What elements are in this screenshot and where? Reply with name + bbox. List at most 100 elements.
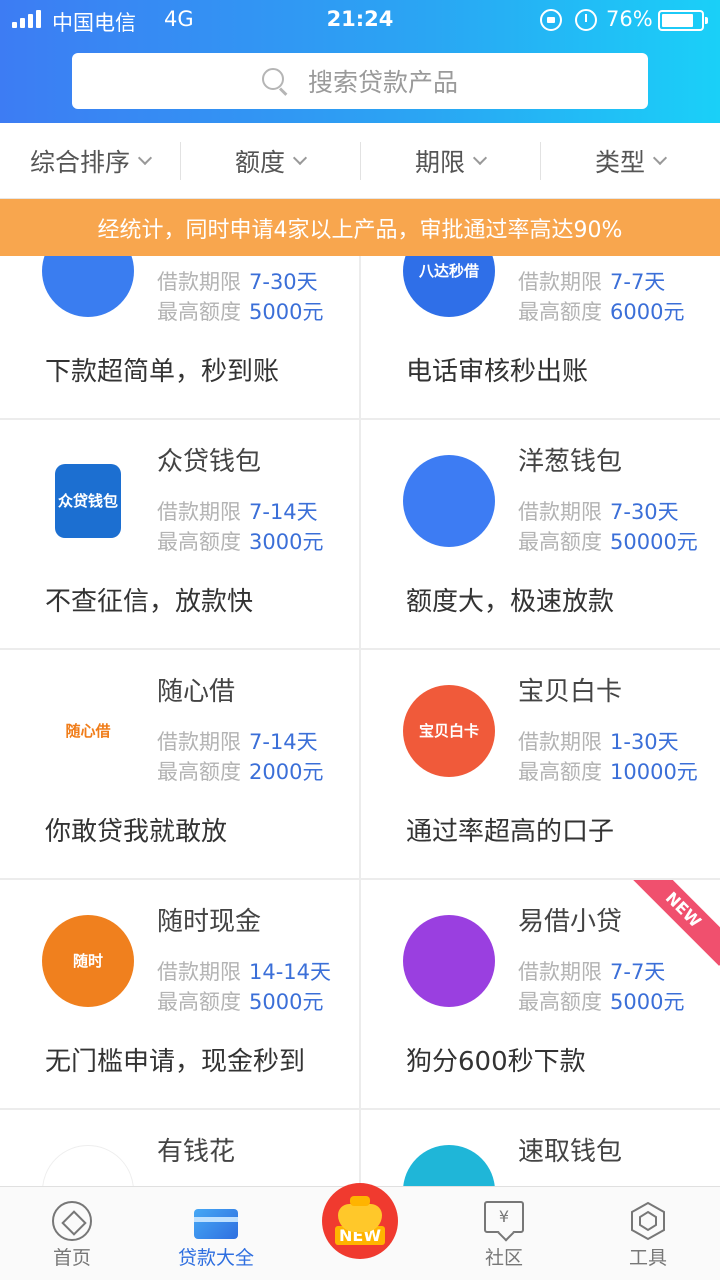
tab-loans[interactable]: 贷款大全: [144, 1187, 288, 1280]
tab-community[interactable]: ¥ 社区: [432, 1187, 576, 1280]
notice-banner: 经统计，同时申请4家以上产品，审批通过率高达90%: [0, 199, 720, 256]
tab-tools[interactable]: 工具: [576, 1187, 720, 1280]
term-row: 借款期限 7-14天: [157, 726, 318, 756]
term-row: 借款期限 7-30天: [518, 496, 679, 526]
search-input[interactable]: 搜索贷款产品: [72, 53, 648, 109]
product-card[interactable]: 速取钱包: [361, 1110, 720, 1186]
term-row: 借款期限 7-14天: [157, 496, 318, 526]
limit-label: 最高额度: [518, 990, 602, 1014]
product-logo-icon: [403, 455, 495, 547]
product-slogan: 额度大，极速放款: [406, 587, 615, 617]
filter-type[interactable]: 类型: [540, 123, 720, 198]
filter-term[interactable]: 期限: [360, 123, 540, 198]
product-card[interactable]: 随心借 随心借 借款期限 7-14天 最高额度 2000元 你敢贷我就敢放: [0, 650, 359, 878]
rotation-lock-icon: [540, 9, 562, 31]
home-icon: [52, 1201, 92, 1241]
product-logo-text: 随时: [72, 951, 103, 970]
product-logo-icon: 随时: [42, 915, 134, 1007]
product-logo-icon: [403, 915, 495, 1007]
limit-value: 5000元: [610, 990, 685, 1014]
product-name: 随心借: [157, 677, 236, 707]
product-card[interactable]: 有钱花: [0, 1110, 359, 1186]
limit-label: 最高额度: [518, 300, 602, 324]
battery-icon: [658, 10, 708, 31]
tab-home[interactable]: 首页: [0, 1187, 144, 1280]
alarm-icon: [575, 9, 597, 31]
product-name: 速取钱包: [518, 1137, 623, 1167]
new-badge: NEW: [627, 880, 720, 966]
product-slogan: 你敢贷我就敢放: [45, 817, 228, 847]
term-label: 借款期限: [518, 270, 602, 294]
limit-row: 最高额度 5000元: [157, 986, 323, 1016]
limit-label: 最高额度: [518, 760, 602, 784]
term-label: 借款期限: [157, 730, 241, 754]
product-logo-icon: 众贷钱包: [55, 464, 121, 538]
term-value: 14-14天: [249, 960, 332, 984]
filter-sort[interactable]: 综合排序: [0, 123, 180, 198]
product-logo-icon: [42, 1145, 134, 1186]
product-card[interactable]: 洋葱钱包借款期限 7-30天 最高额度 50000元额度大，极速放款: [361, 420, 720, 648]
product-slogan: 通过率超高的口子: [406, 817, 615, 847]
product-card[interactable]: 宝贝白卡 宝贝白卡 借款期限 1-30天 最高额度 10000元 通过率超高的口子: [361, 650, 720, 878]
term-value: 7-7天: [610, 270, 666, 294]
chevron-down-icon: [137, 150, 153, 165]
product-slogan: 下款超简单，秒到账: [45, 357, 280, 387]
product-card[interactable]: 手乐享花借款期限7-30天最高额度5000元下款超简单，秒到账: [0, 256, 359, 418]
product-logo-icon: 宝贝白卡: [403, 685, 495, 777]
term-label: 借款期限: [518, 960, 602, 984]
tab-loans-label: 贷款大全: [177, 1247, 254, 1269]
tab-bar: 首页 贷款大全 NEW ¥ 社区 工具: [0, 1183, 720, 1280]
product-card[interactable]: 八达秒借八达秒借借款期限7-7天最高额度6000元电话审核秒出账: [361, 256, 720, 418]
term-label: 借款期限: [157, 270, 241, 294]
limit-value: 5000元: [249, 990, 324, 1014]
product-name: 随时现金: [157, 907, 262, 937]
product-list[interactable]: 手乐享花借款期限7-30天最高额度5000元下款超简单，秒到账八达秒借八达秒借借…: [0, 256, 720, 1186]
term-label: 借款期限: [157, 500, 241, 524]
product-name: 宝贝白卡: [518, 677, 623, 707]
product-logo-icon: 随心借: [42, 685, 134, 777]
limit-value: 6000元: [610, 300, 685, 324]
money-bag-icon: NEW: [322, 1183, 398, 1259]
tab-tools-label: 工具: [628, 1247, 667, 1269]
term-value: 7-30天: [610, 500, 679, 524]
filter-type-label: 类型: [594, 147, 645, 177]
community-icon: ¥: [484, 1201, 524, 1233]
term-row: 借款期限 14-14天: [157, 956, 331, 986]
limit-value: 2000元: [249, 760, 324, 784]
term-row: 借款期限 7-30天: [157, 266, 318, 296]
filter-sort-label: 综合排序: [29, 147, 130, 177]
header: 中国电信 4G 21:24 76% 搜索贷款产品: [0, 0, 720, 123]
filter-amount[interactable]: 额度: [180, 123, 360, 198]
product-card[interactable]: 众贷钱包 众贷钱包 借款期限 7-14天 最高额度 3000元 不查征信，放款快: [0, 420, 359, 648]
product-slogan: 无门槛申请，现金秒到: [45, 1047, 306, 1077]
limit-row: 最高额度 5000元: [157, 296, 323, 326]
term-row: 借款期限 7-7天: [518, 956, 665, 986]
search-icon: [261, 68, 288, 94]
filter-amount-label: 额度: [234, 147, 285, 177]
limit-label: 最高额度: [518, 530, 602, 554]
search-placeholder: 搜索贷款产品: [307, 68, 458, 97]
limit-row: 最高额度 50000元: [518, 526, 698, 556]
product-name: 有钱花: [157, 1137, 236, 1167]
limit-value: 50000元: [610, 530, 698, 554]
card-icon: [194, 1209, 238, 1239]
product-slogan: 电话审核秒出账: [406, 357, 589, 387]
product-card[interactable]: 随时 随时现金借款期限 14-14天最高额度 5000元无门槛申请，现金秒到: [0, 880, 359, 1108]
tab-new[interactable]: NEW: [288, 1183, 432, 1280]
product-card[interactable]: 易借小贷 借款期限 7-7天 最高额度 5000元 狗分600秒下款 NEW: [361, 880, 720, 1108]
product-logo-text: 众贷钱包: [57, 491, 118, 510]
term-label: 借款期限: [518, 730, 602, 754]
term-value: 1-30天: [610, 730, 679, 754]
product-name: 众贷钱包: [157, 447, 262, 477]
filter-bar: 综合排序 额度 期限 类型: [0, 123, 720, 199]
status-bar: 中国电信 4G 21:24 76%: [0, 0, 720, 40]
limit-label: 最高额度: [157, 990, 241, 1014]
limit-value: 10000元: [610, 760, 698, 784]
battery-percent: 76%: [606, 7, 653, 31]
term-value: 7-30天: [249, 270, 318, 294]
term-label: 借款期限: [518, 500, 602, 524]
filter-term-label: 期限: [414, 147, 465, 177]
term-value: 7-7天: [610, 960, 666, 984]
chevron-down-icon: [472, 150, 488, 165]
product-name: 洋葱钱包: [518, 447, 623, 477]
